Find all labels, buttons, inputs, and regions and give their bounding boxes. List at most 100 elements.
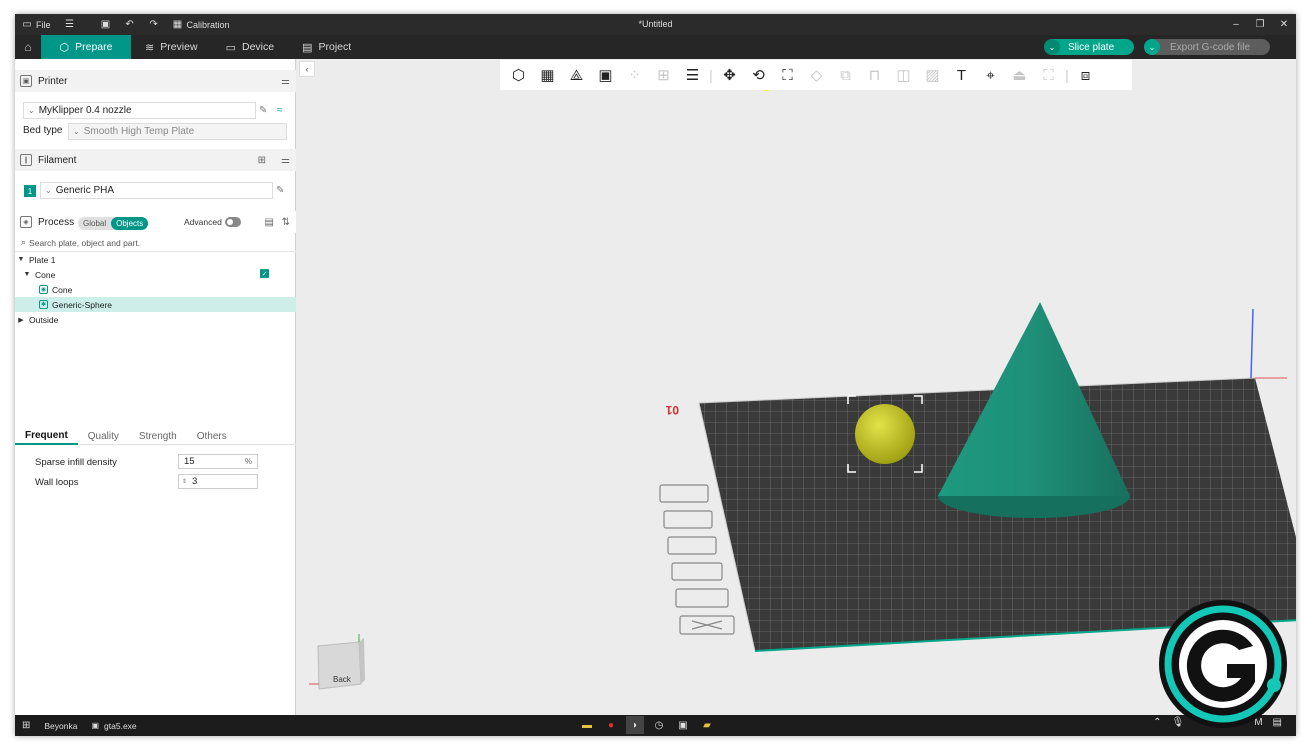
collapse-sidebar-button[interactable]: ‹ (299, 61, 315, 77)
text-button[interactable]: T (947, 62, 976, 88)
close-button[interactable]: ✕ (1272, 14, 1296, 35)
split-objects-button[interactable]: ⁘ (620, 62, 649, 88)
tree-object-row[interactable]: ▼ Cone (15, 267, 296, 282)
scale-button[interactable]: ⛶ (773, 62, 802, 88)
process-header: Process (38, 216, 75, 228)
collapse-arrow-icon[interactable]: ▶ (17, 316, 25, 324)
cut-button[interactable]: ⧉ (831, 62, 860, 88)
undo-button[interactable]: ↶ (118, 14, 142, 35)
tab-preview-label: Preview (160, 41, 198, 53)
toggle-objects-option[interactable]: Objects (111, 217, 149, 230)
file-menu[interactable]: ▭ File (15, 14, 58, 35)
expand-arrow-icon[interactable]: ▼ (23, 271, 31, 278)
tab-preview[interactable]: ≋ Preview (131, 35, 212, 59)
printer-icon: ▣ (20, 75, 32, 87)
folder-yellow-icon[interactable]: ▰ (698, 716, 716, 734)
plate-tool-lock-icon[interactable] (667, 536, 717, 555)
maximize-button[interactable]: ❐ (1248, 14, 1272, 35)
process-section-header: ◈ Process Advanced ▤ ⇅ (15, 211, 296, 233)
plate-tool-orient-icon[interactable] (663, 510, 713, 529)
tree-part-row-selected[interactable]: ✱ Generic-Sphere (15, 297, 296, 312)
arrange-button[interactable]: ▣ (591, 62, 620, 88)
tree-plate-row[interactable]: ▼ Plate 1 (15, 252, 296, 267)
color-paint-button[interactable]: ▨ (918, 62, 947, 88)
split-parts-button[interactable]: ⊞ (649, 62, 678, 88)
opera-icon[interactable]: ● (602, 716, 620, 734)
plate-tool-arrange-icon[interactable] (659, 484, 709, 503)
wifi-icon[interactable]: ≈ (277, 105, 283, 116)
tab-quality[interactable]: Quality (78, 427, 129, 445)
seam-paint-button[interactable]: ◫ (889, 62, 918, 88)
taskbar-user[interactable]: Beyonka (37, 721, 84, 731)
bed-type-select[interactable]: ⌄ Smooth High Temp Plate (68, 123, 287, 140)
start-button[interactable]: ⊞ (15, 720, 37, 731)
tab-strength[interactable]: Strength (129, 427, 187, 445)
3d-viewport[interactable]: 01 Back ‹ ⬡ ▦ ⟁ ▣ ⁘ ⊞ ☰ | ✥ ⟲ ⛶ ◇ ⧉ ⊓ ◫ … (297, 59, 1296, 715)
add-object-button[interactable]: ⬡ (504, 62, 533, 88)
object-visible-checkbox[interactable]: ✓ (260, 269, 269, 278)
slice-plate-button[interactable]: ⌄ Slice plate (1044, 39, 1134, 55)
tree-outside-row[interactable]: ▶ Outside (15, 312, 296, 327)
support-paint-button[interactable]: ⊓ (860, 62, 889, 88)
stepper-arrows-icon[interactable]: ⇕ (182, 478, 187, 485)
home-button[interactable]: ⌂ (15, 35, 41, 59)
cube-icon: ⬡ (59, 41, 70, 54)
menu-toggle-button[interactable]: ☰ (58, 14, 82, 35)
printer-select[interactable]: ⌄ MyKlipper 0.4 nozzle (23, 102, 256, 119)
chevron-down-icon: ⌄ (45, 186, 52, 195)
taskbar-app[interactable]: ▣ gta5.exe (84, 721, 143, 731)
tab-project[interactable]: ▤ Project (288, 35, 365, 59)
move-button[interactable]: ✥ (715, 62, 744, 88)
slicer-app-icon[interactable]: ◗ (626, 716, 644, 734)
tree-part-row[interactable]: ◉ Cone (15, 282, 296, 297)
tab-others[interactable]: Others (187, 427, 237, 445)
calibration-menu[interactable]: ▦ Calibration (166, 14, 237, 35)
settings-sliders-icon[interactable]: ⚌ (281, 155, 290, 166)
plate-tool-view-icon[interactable] (675, 588, 729, 608)
filament-slot-badge[interactable]: 1 (24, 185, 36, 197)
measure-button[interactable]: ⌖ (976, 62, 1005, 88)
slice-plate-label: Slice plate (1068, 41, 1115, 53)
save-button[interactable]: ▣ (94, 14, 118, 35)
chevron-down-icon[interactable]: ⌄ (1044, 39, 1060, 55)
settings-sliders-icon[interactable]: ⚌ (281, 76, 290, 87)
edit-icon[interactable]: ✎ (276, 185, 284, 196)
advanced-switch[interactable] (225, 217, 241, 227)
viewport-toolbar: ⬡ ▦ ⟁ ▣ ⁘ ⊞ ☰ | ✥ ⟲ ⛶ ◇ ⧉ ⊓ ◫ ▨ T ⌖ ⏏ ⛶ … (500, 60, 1132, 90)
add-filament-icon[interactable]: ⊞ (258, 155, 266, 166)
assembly-button[interactable]: ⛶ (1034, 62, 1063, 88)
process-scope-toggle[interactable]: Global Objects (78, 217, 149, 230)
chevron-down-icon[interactable]: ⌄ (1144, 39, 1160, 55)
tree-part2-label: Generic-Sphere (52, 299, 113, 310)
expand-arrow-icon[interactable]: ▼ (17, 256, 25, 263)
assembly-view-button[interactable]: ⧈ (1071, 62, 1100, 88)
folder-icon[interactable]: ▬ (578, 716, 596, 734)
tab-frequent[interactable]: Frequent (15, 427, 78, 445)
clock-icon[interactable]: ◷ (650, 716, 668, 734)
add-plate-button[interactable]: ▦ (533, 62, 562, 88)
object-search-input[interactable]: ⌕ Search plate, object and part. (15, 234, 296, 252)
infill-density-input[interactable]: 15 % (178, 454, 258, 469)
compare-icon[interactable]: ⇅ (282, 217, 290, 228)
lay-on-face-button[interactable]: ◇ (802, 62, 831, 88)
tree-object-label: Cone (35, 269, 56, 280)
rotate-button[interactable]: ⟲ (744, 62, 773, 88)
tab-prepare[interactable]: ⬡ Prepare (41, 35, 131, 59)
minimize-button[interactable]: – (1224, 14, 1248, 35)
plate-tool-settings-icon[interactable] (671, 562, 723, 581)
layers-button[interactable]: ☰ (678, 62, 707, 88)
filament-select[interactable]: ⌄ Generic PHA (40, 182, 273, 199)
auto-orient-button[interactable]: ⟁ (562, 62, 591, 88)
view-cube[interactable]: Back (309, 634, 365, 690)
edit-icon[interactable]: ✎ (259, 105, 267, 116)
search-icon: ⌕ (21, 237, 27, 247)
list-icon[interactable]: ▤ (265, 217, 274, 228)
emboss-button[interactable]: ⏏ (1005, 62, 1034, 88)
3d-scene[interactable]: 01 Back (297, 59, 1296, 715)
capture-icon[interactable]: ▣ (674, 716, 692, 734)
redo-button[interactable]: ↷ (142, 14, 166, 35)
tab-device[interactable]: ▭ Device (212, 35, 289, 59)
wall-loops-stepper[interactable]: ⇕ 3 (178, 474, 258, 489)
export-gcode-button[interactable]: ⌄ Export G-code file (1144, 39, 1270, 55)
toggle-global-option[interactable]: Global (78, 217, 111, 230)
